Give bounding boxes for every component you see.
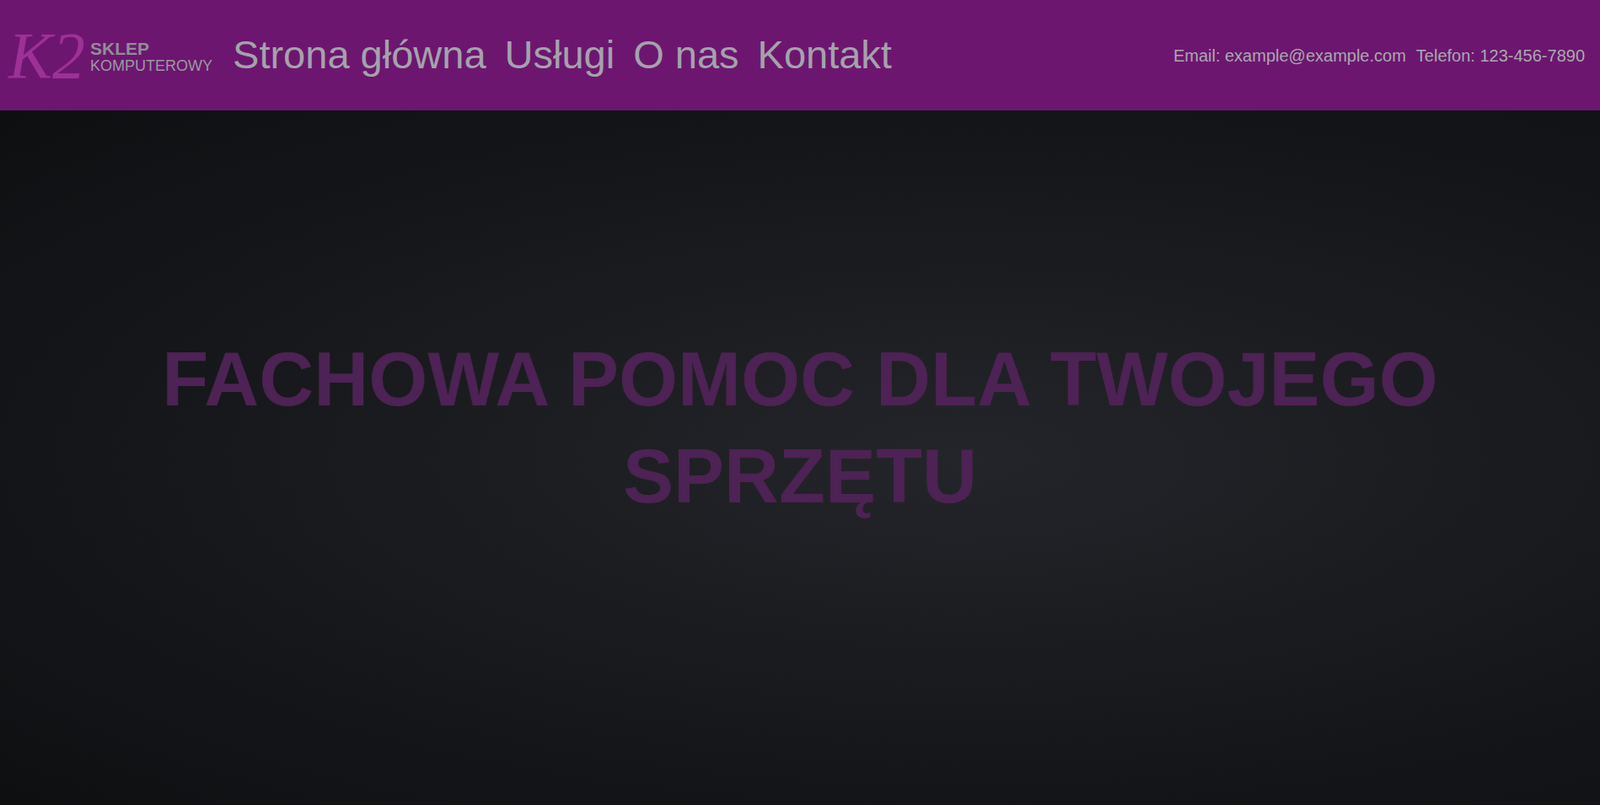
logo[interactable]: K2SKLEPKOMPUTEROWY: [8, 22, 213, 89]
contact-email[interactable]: Email: example@example.com: [1173, 42, 1407, 69]
logo-mark: K2: [8, 22, 86, 89]
contact-phone[interactable]: Telefon: 123-456-7890: [1416, 42, 1585, 69]
page: K2SKLEPKOMPUTEROWY Strona główna Usługi O n…: [0, 0, 1600, 805]
nav-link[interactable]: Strona główna: [232, 30, 486, 81]
logo-text: SKLEPKOMPUTEROWY: [90, 39, 213, 75]
logo-line2: KOMPUTEROWY: [90, 58, 213, 75]
nav-link[interactable]: O nas: [633, 30, 739, 81]
nav-link[interactable]: Kontakt: [757, 30, 892, 81]
nav-link[interactable]: Usługi: [504, 30, 616, 81]
hero: FACHOWA POMOC DLA TWOJEGO SPRZĘTU: [0, 110, 1600, 805]
contact-info: Email: example@example.com Telefon: 123-4…: [1173, 42, 1585, 69]
logo-line1: SKLEP: [90, 39, 213, 59]
header: K2SKLEPKOMPUTEROWY Strona główna Usługi O n…: [0, 0, 1600, 111]
main-nav: Strona główna Usługi O nas Kontakt: [232, 30, 892, 81]
hero-title: FACHOWA POMOC DLA TWOJEGO SPRZĘTU: [75, 331, 1525, 526]
